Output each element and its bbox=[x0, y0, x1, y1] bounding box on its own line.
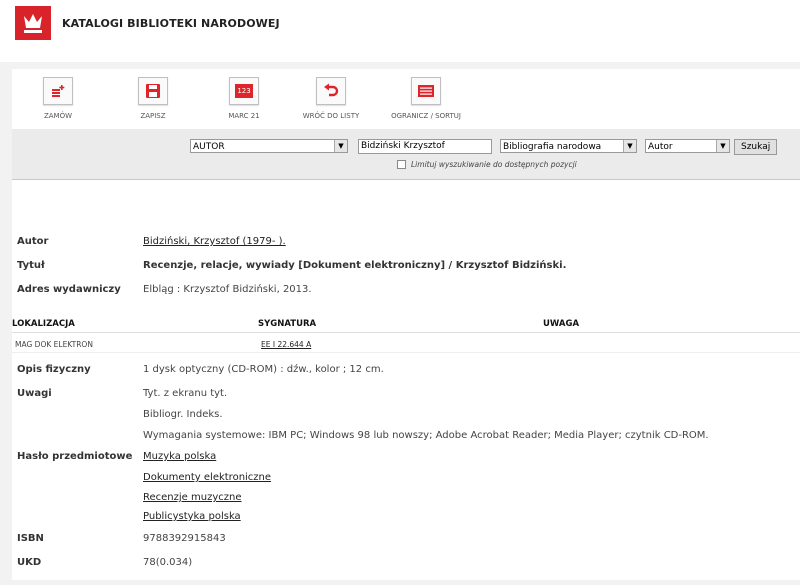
limit-available-checkbox[interactable] bbox=[397, 160, 406, 169]
divider bbox=[12, 352, 800, 353]
search-field-select[interactable]: AUTOR ▼ bbox=[190, 139, 348, 153]
save-tool[interactable]: ZAPISZ bbox=[113, 77, 193, 120]
note-item: Bibliogr. Indeks. bbox=[143, 409, 223, 420]
record-panel: ZAMÓW ZAPISZ 123 MARC 21 WRÓĆ DO LISTY O… bbox=[12, 69, 800, 580]
publisher-label: Adres wydawniczy bbox=[17, 284, 121, 295]
subject-label: Hasło przedmiotowe bbox=[17, 451, 133, 462]
note-item: Wymagania systemowe: IBM PC; Windows 98 … bbox=[143, 430, 709, 441]
marc-button[interactable]: 123 bbox=[229, 77, 259, 105]
note-item: Tyt. z ekranu tyt. bbox=[143, 388, 228, 399]
search-button[interactable]: Szukaj bbox=[734, 139, 778, 155]
list-icon bbox=[418, 85, 434, 97]
undo-arrow-icon bbox=[324, 83, 339, 97]
author-link[interactable]: Bidziński, Krzysztof (1979- ). bbox=[143, 236, 286, 247]
order-tool[interactable]: ZAMÓW bbox=[18, 77, 98, 120]
chevron-down-icon[interactable]: ▼ bbox=[334, 140, 347, 152]
floppy-disk-icon bbox=[146, 84, 160, 98]
search-field-value: AUTOR bbox=[193, 142, 225, 152]
search-input[interactable]: Bidziński Krzysztof bbox=[358, 139, 492, 154]
save-label: ZAPISZ bbox=[140, 112, 166, 120]
publisher-value: Elbląg : Krzysztof Bidziński, 2013. bbox=[143, 284, 312, 295]
catalog-value: Bibliografia narodowa bbox=[503, 142, 602, 152]
subject-link[interactable]: Publicystyka polska bbox=[143, 511, 241, 522]
ukd-label: UKD bbox=[17, 557, 42, 568]
limit-available: Limituj wyszukiwanie do dostępnych pozyc… bbox=[397, 160, 577, 169]
limit-sort-tool[interactable]: OGRANICZ / SORTUJ bbox=[386, 77, 466, 120]
sort-select[interactable]: Autor ▼ bbox=[645, 139, 730, 153]
back-to-list-button[interactable] bbox=[316, 77, 346, 105]
marc-label: MARC 21 bbox=[228, 112, 260, 120]
notes-label: Uwagi bbox=[17, 388, 52, 399]
chevron-down-icon[interactable]: ▼ bbox=[623, 140, 636, 152]
limit-sort-label: OGRANICZ / SORTUJ bbox=[391, 112, 461, 120]
signature-header: SYGNATURA bbox=[258, 319, 317, 329]
site-header: KATALOGI BIBLIOTEKI NARODOWEJ bbox=[0, 0, 800, 62]
order-list-plus-icon bbox=[52, 85, 65, 97]
marc-tool[interactable]: 123 MARC 21 bbox=[204, 77, 284, 120]
physical-label: Opis fizyczny bbox=[17, 364, 91, 375]
signature-link[interactable]: EE I 22.644 A bbox=[261, 340, 311, 349]
order-button[interactable] bbox=[43, 77, 73, 105]
back-to-list-label: WRÓĆ DO LISTY bbox=[302, 112, 360, 120]
subject-link[interactable]: Muzyka polska bbox=[143, 451, 216, 462]
location-value: MAG DOK ELEKTRON bbox=[15, 340, 93, 349]
site-title[interactable]: KATALOGI BIBLIOTEKI NARODOWEJ bbox=[62, 17, 280, 30]
subject-link[interactable]: Dokumenty elektroniczne bbox=[143, 472, 271, 483]
search-bar: AUTOR ▼ Bidziński Krzysztof Bibliografia… bbox=[12, 129, 800, 180]
marc-123-icon: 123 bbox=[235, 84, 253, 98]
order-label: ZAMÓW bbox=[43, 112, 73, 120]
location-header: LOKALIZACJA bbox=[12, 319, 75, 329]
isbn-value: 9788392915843 bbox=[143, 533, 226, 544]
crown-icon bbox=[24, 14, 42, 33]
physical-value: 1 dysk optyczny (CD-ROM) : dźw., kolor ;… bbox=[143, 364, 384, 375]
save-button[interactable] bbox=[138, 77, 168, 105]
limit-sort-button[interactable] bbox=[411, 77, 441, 105]
back-to-list-tool[interactable]: WRÓĆ DO LISTY bbox=[291, 77, 371, 120]
title-value: Recenzje, relacje, wywiady [Dokument ele… bbox=[143, 260, 567, 271]
divider bbox=[12, 332, 800, 333]
limit-available-label: Limituj wyszukiwanie do dostępnych pozyc… bbox=[411, 160, 577, 169]
sort-value: Autor bbox=[648, 142, 673, 152]
title-label: Tytuł bbox=[17, 260, 45, 271]
library-logo[interactable] bbox=[15, 6, 51, 40]
ukd-value: 78(0.034) bbox=[143, 557, 193, 568]
subject-link[interactable]: Recenzje muzyczne bbox=[143, 492, 241, 503]
chevron-down-icon[interactable]: ▼ bbox=[716, 140, 729, 152]
catalog-select[interactable]: Bibliografia narodowa ▼ bbox=[500, 139, 637, 153]
author-label: Autor bbox=[17, 236, 49, 247]
note-header: UWAGA bbox=[543, 319, 580, 329]
isbn-label: ISBN bbox=[17, 533, 44, 544]
